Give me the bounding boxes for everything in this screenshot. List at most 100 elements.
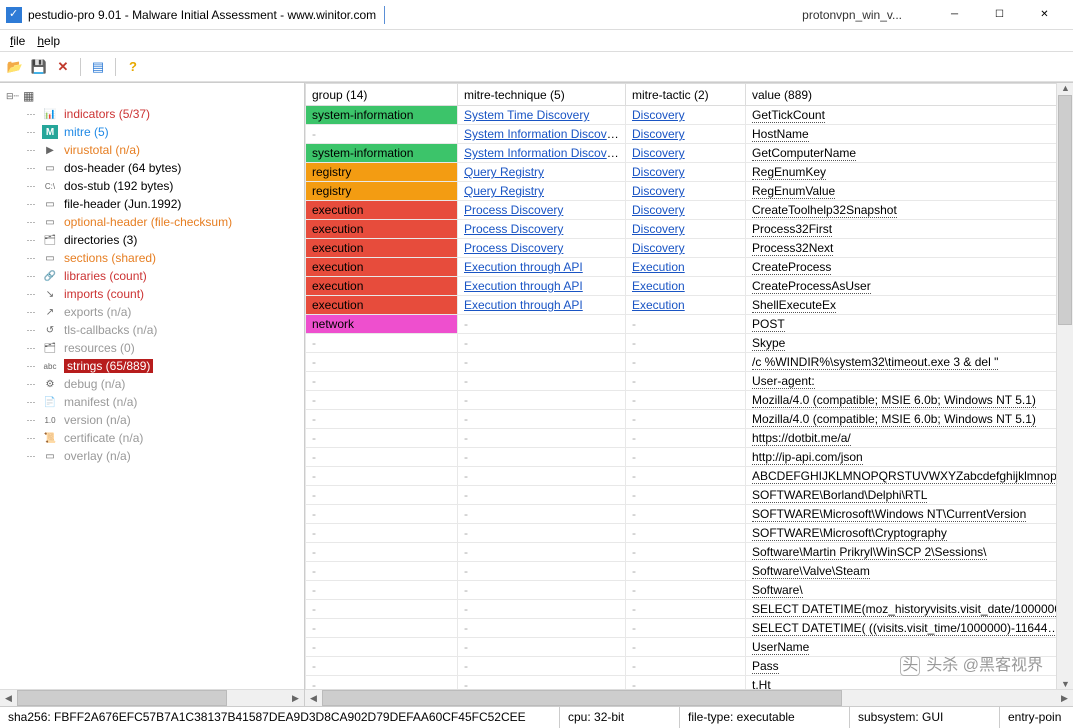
tree-item[interactable]: ⋯▭dos-header (64 bytes) (2, 159, 302, 177)
content-hscroll[interactable]: ◀ ▶ (305, 689, 1073, 706)
cell-technique[interactable]: Process Discovery (458, 220, 626, 239)
cell-tactic[interactable]: Execution (626, 277, 746, 296)
save-button[interactable]: 💾 (28, 56, 50, 78)
tree-item[interactable]: ⋯▭file-header (Jun.1992) (2, 195, 302, 213)
cell-technique[interactable]: Execution through API (458, 277, 626, 296)
tree[interactable]: ⊟┄▦ ⋯📊indicators (5/37)⋯Mmitre (5)⋯▶viru… (0, 83, 304, 689)
tree-item[interactable]: ⋯⚙debug (n/a) (2, 375, 302, 393)
cell-group: - (306, 619, 458, 638)
cell-tactic[interactable]: Discovery (626, 125, 746, 144)
cell-technique[interactable]: Query Registry (458, 163, 626, 182)
title-divider (384, 6, 385, 24)
grid-row[interactable]: ---Mozilla/4.0 (compatible; MSIE 6.0b; W… (306, 410, 1073, 429)
menu-help[interactable]: help (31, 32, 66, 50)
grid-row[interactable]: ---Software\ (306, 581, 1073, 600)
col-group[interactable]: group (14) (306, 84, 458, 106)
tree-item[interactable]: ⋯▶virustotal (n/a) (2, 141, 302, 159)
tree-item[interactable]: ⋯C:\dos-stub (192 bytes) (2, 177, 302, 195)
open-button[interactable]: 📂 (4, 56, 26, 78)
minimize-button[interactable]: ─ (932, 0, 977, 29)
tree-item[interactable]: ⋯▭sections (shared) (2, 249, 302, 267)
tree-item[interactable]: ⋯↘imports (count) (2, 285, 302, 303)
close-button[interactable]: ✕ (1022, 0, 1067, 29)
grid-row[interactable]: network--POST (306, 315, 1073, 334)
cell-tactic[interactable]: Discovery (626, 163, 746, 182)
grid-row[interactable]: ---Software\Valve\Steam (306, 562, 1073, 581)
grid-row[interactable]: ---t.Ht (306, 676, 1073, 690)
tree-item[interactable]: ⋯1.0version (n/a) (2, 411, 302, 429)
tree-item[interactable]: ⋯abcstrings (65/889) (2, 357, 302, 375)
grid-row[interactable]: system-informationSystem Information Dis… (306, 144, 1073, 163)
tree-item[interactable]: ⋯📊indicators (5/37) (2, 105, 302, 123)
cell-technique: - (458, 334, 626, 353)
grid-row[interactable]: ---Software\Martin Prikryl\WinSCP 2\Sess… (306, 543, 1073, 562)
tree-item-icon: ↘ (42, 287, 58, 301)
grid-row[interactable]: ---UserName (306, 638, 1073, 657)
close-file-button[interactable]: ✕ (52, 56, 74, 78)
grid-row[interactable]: ---Mozilla/4.0 (compatible; MSIE 6.0b; W… (306, 391, 1073, 410)
strings-grid[interactable]: group (14) mitre-technique (5) mitre-tac… (305, 83, 1073, 689)
grid-row[interactable]: ---SELECT DATETIME(moz_historyvisits.vis… (306, 600, 1073, 619)
grid-row[interactable]: executionProcess DiscoveryDiscoveryProce… (306, 239, 1073, 258)
grid-row[interactable]: ---SOFTWARE\Microsoft\Cryptography (306, 524, 1073, 543)
grid-row[interactable]: ---Skype (306, 334, 1073, 353)
grid-row[interactable]: ---https://dotbit.me/a/ (306, 429, 1073, 448)
cell-technique[interactable]: System Information Discovery (458, 144, 626, 163)
grid-row[interactable]: ---SELECT DATETIME( ((visits.visit_time/… (306, 619, 1073, 638)
grid-row[interactable]: -System Information DiscoveryDiscoveryHo… (306, 125, 1073, 144)
tree-item[interactable]: ⋯🗂resources (0) (2, 339, 302, 357)
cell-tactic: - (626, 638, 746, 657)
cell-technique[interactable]: Process Discovery (458, 201, 626, 220)
tree-item[interactable]: ⋯🗂directories (3) (2, 231, 302, 249)
grid-row[interactable]: ---http://ip-api.com/json (306, 448, 1073, 467)
col-value[interactable]: value (889) (746, 84, 1073, 106)
grid-row[interactable]: executionExecution through APIExecutionC… (306, 277, 1073, 296)
tree-item[interactable]: ⋯📄manifest (n/a) (2, 393, 302, 411)
maximize-button[interactable]: ☐ (977, 0, 1022, 29)
sidebar-hscroll[interactable]: ◀ ▶ (0, 689, 304, 706)
notes-button[interactable]: ▤ (87, 56, 109, 78)
cell-technique[interactable]: Query Registry (458, 182, 626, 201)
grid-row[interactable]: executionProcess DiscoveryDiscoveryProce… (306, 220, 1073, 239)
tree-item[interactable]: ⋯🔗libraries (count) (2, 267, 302, 285)
cell-tactic[interactable]: Discovery (626, 144, 746, 163)
cell-tactic[interactable]: Discovery (626, 239, 746, 258)
cell-tactic[interactable]: Discovery (626, 201, 746, 220)
tree-item[interactable]: ⋯📜certificate (n/a) (2, 429, 302, 447)
cell-tactic[interactable]: Discovery (626, 106, 746, 125)
grid-row[interactable]: ---Pass (306, 657, 1073, 676)
cell-technique: - (458, 619, 626, 638)
help-button[interactable]: ? (122, 56, 144, 78)
cell-value: CreateProcess (746, 258, 1073, 277)
tree-root[interactable]: ⊟┄▦ (2, 87, 302, 105)
grid-row[interactable]: ---/c %WINDIR%\system32\timeout.exe 3 & … (306, 353, 1073, 372)
grid-row[interactable]: executionExecution through APIExecutionC… (306, 258, 1073, 277)
cell-tactic[interactable]: Execution (626, 296, 746, 315)
cell-technique[interactable]: Process Discovery (458, 239, 626, 258)
grid-row[interactable]: registryQuery RegistryDiscoveryRegEnumKe… (306, 163, 1073, 182)
tree-item[interactable]: ⋯Mmitre (5) (2, 123, 302, 141)
grid-row[interactable]: executionProcess DiscoveryDiscoveryCreat… (306, 201, 1073, 220)
cell-technique[interactable]: Execution through API (458, 258, 626, 277)
cell-technique[interactable]: Execution through API (458, 296, 626, 315)
col-technique[interactable]: mitre-technique (5) (458, 84, 626, 106)
content-vscroll[interactable]: ▲ ▼ (1056, 83, 1073, 689)
cell-technique[interactable]: System Time Discovery (458, 106, 626, 125)
grid-row[interactable]: system-informationSystem Time DiscoveryD… (306, 106, 1073, 125)
grid-row[interactable]: ---User-agent: (306, 372, 1073, 391)
grid-row[interactable]: registryQuery RegistryDiscoveryRegEnumVa… (306, 182, 1073, 201)
cell-technique[interactable]: System Information Discovery (458, 125, 626, 144)
cell-tactic[interactable]: Execution (626, 258, 746, 277)
tree-item[interactable]: ⋯▭optional-header (file-checksum) (2, 213, 302, 231)
tree-item[interactable]: ⋯↺tls-callbacks (n/a) (2, 321, 302, 339)
menu-file[interactable]: file (4, 32, 31, 50)
grid-row[interactable]: ---ABCDEFGHIJKLMNOPQRSTUVWXYZabcdefghijk… (306, 467, 1073, 486)
tree-item[interactable]: ⋯▭overlay (n/a) (2, 447, 302, 465)
cell-tactic[interactable]: Discovery (626, 220, 746, 239)
grid-row[interactable]: ---SOFTWARE\Microsoft\Windows NT\Current… (306, 505, 1073, 524)
grid-row[interactable]: executionExecution through APIExecutionS… (306, 296, 1073, 315)
tree-item[interactable]: ⋯↗exports (n/a) (2, 303, 302, 321)
grid-row[interactable]: ---SOFTWARE\Borland\Delphi\RTL (306, 486, 1073, 505)
col-tactic[interactable]: mitre-tactic (2) (626, 84, 746, 106)
cell-tactic[interactable]: Discovery (626, 182, 746, 201)
